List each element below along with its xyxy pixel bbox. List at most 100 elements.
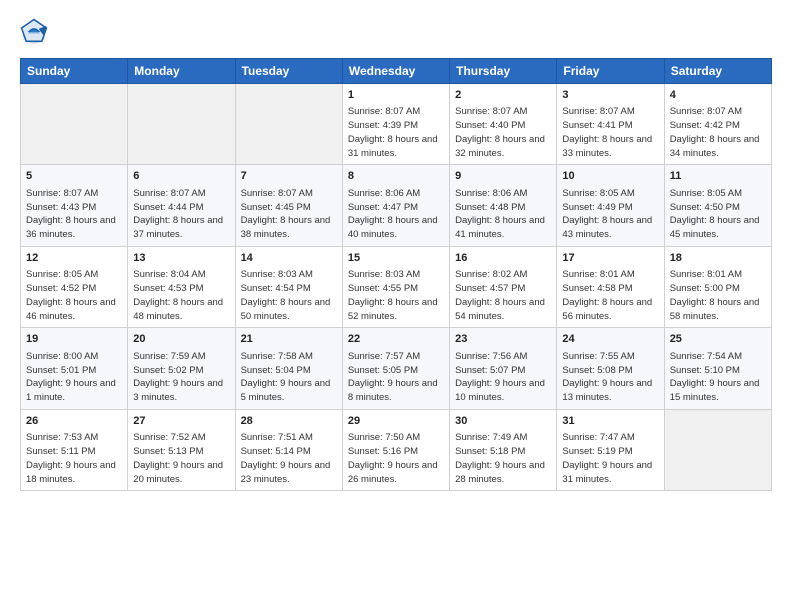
day-info: Sunrise: 8:06 AM Sunset: 4:48 PM Dayligh…: [455, 187, 551, 242]
day-number: 20: [133, 332, 229, 347]
day-info: Sunrise: 8:01 AM Sunset: 4:58 PM Dayligh…: [562, 268, 658, 323]
day-number: 25: [670, 332, 766, 347]
calendar-week-row: 19 Sunrise: 8:00 AM Sunset: 5:01 PM Dayli…: [21, 328, 772, 409]
day-info: Sunrise: 8:01 AM Sunset: 5:00 PM Dayligh…: [670, 268, 766, 323]
day-info: Sunrise: 8:05 AM Sunset: 4:49 PM Dayligh…: [562, 187, 658, 242]
logo-icon: [20, 18, 48, 46]
day-info: Sunrise: 8:02 AM Sunset: 4:57 PM Dayligh…: [455, 268, 551, 323]
day-number: 8: [348, 169, 444, 184]
day-info: Sunrise: 7:53 AM Sunset: 5:11 PM Dayligh…: [26, 431, 122, 486]
day-number: 24: [562, 332, 658, 347]
day-number: 23: [455, 332, 551, 347]
calendar-cell: 10Sunrise: 8:05 AM Sunset: 4:49 PM Dayli…: [557, 165, 664, 246]
calendar-cell: 23 Sunrise: 7:56 AM Sunset: 5:07 PM Dayli…: [450, 328, 557, 409]
day-number: 3: [562, 88, 658, 103]
day-info: Sunrise: 8:07 AM Sunset: 4:43 PM Dayligh…: [26, 187, 122, 242]
day-number: 29: [348, 414, 444, 429]
day-info: Sunrise: 8:07 AM Sunset: 4:44 PM Dayligh…: [133, 187, 229, 242]
day-info: Sunrise: 8:07 AM Sunset: 4:42 PM Dayligh…: [670, 105, 766, 160]
day-info: Sunrise: 8:07 AM Sunset: 4:41 PM Dayligh…: [562, 105, 658, 160]
calendar-cell: 4 Sunrise: 8:07 AM Sunset: 4:42 PM Daylig…: [664, 84, 771, 165]
calendar-cell: 11Sunrise: 8:05 AM Sunset: 4:50 PM Dayli…: [664, 165, 771, 246]
day-info: Sunrise: 8:00 AM Sunset: 5:01 PM Dayligh…: [26, 350, 122, 405]
calendar-cell: 28 Sunrise: 7:51 AM Sunset: 5:14 PM Dayli…: [235, 409, 342, 490]
calendar-cell: 27 Sunrise: 7:52 AM Sunset: 5:13 PM Dayli…: [128, 409, 235, 490]
day-info: Sunrise: 7:57 AM Sunset: 5:05 PM Dayligh…: [348, 350, 444, 405]
day-info: Sunrise: 7:49 AM Sunset: 5:18 PM Dayligh…: [455, 431, 551, 486]
day-number: 6: [133, 169, 229, 184]
calendar-cell: [21, 84, 128, 165]
day-info: Sunrise: 8:03 AM Sunset: 4:55 PM Dayligh…: [348, 268, 444, 323]
day-number: 2: [455, 88, 551, 103]
day-info: Sunrise: 7:54 AM Sunset: 5:10 PM Dayligh…: [670, 350, 766, 405]
day-info: Sunrise: 7:58 AM Sunset: 5:04 PM Dayligh…: [241, 350, 337, 405]
day-info: Sunrise: 8:03 AM Sunset: 4:54 PM Dayligh…: [241, 268, 337, 323]
day-number: 13: [133, 251, 229, 266]
day-number: 31: [562, 414, 658, 429]
day-number: 12: [26, 251, 122, 266]
calendar-cell: [664, 409, 771, 490]
day-info: Sunrise: 8:05 AM Sunset: 4:50 PM Dayligh…: [670, 187, 766, 242]
weekday-header-tuesday: Tuesday: [235, 59, 342, 84]
day-number: 4: [670, 88, 766, 103]
calendar-cell: 21 Sunrise: 7:58 AM Sunset: 5:04 PM Dayli…: [235, 328, 342, 409]
day-number: 1: [348, 88, 444, 103]
calendar-cell: 25 Sunrise: 7:54 AM Sunset: 5:10 PM Dayli…: [664, 328, 771, 409]
day-info: Sunrise: 7:59 AM Sunset: 5:02 PM Dayligh…: [133, 350, 229, 405]
calendar-cell: 14Sunrise: 8:03 AM Sunset: 4:54 PM Dayli…: [235, 246, 342, 327]
day-info: Sunrise: 7:47 AM Sunset: 5:19 PM Dayligh…: [562, 431, 658, 486]
weekday-header-saturday: Saturday: [664, 59, 771, 84]
calendar-cell: 31 Sunrise: 7:47 AM Sunset: 5:19 PM Dayli…: [557, 409, 664, 490]
day-info: Sunrise: 7:56 AM Sunset: 5:07 PM Dayligh…: [455, 350, 551, 405]
day-info: Sunrise: 8:06 AM Sunset: 4:47 PM Dayligh…: [348, 187, 444, 242]
weekday-header-friday: Friday: [557, 59, 664, 84]
day-info: Sunrise: 7:52 AM Sunset: 5:13 PM Dayligh…: [133, 431, 229, 486]
calendar-cell: 7 Sunrise: 8:07 AM Sunset: 4:45 PM Daylig…: [235, 165, 342, 246]
calendar-cell: 19 Sunrise: 8:00 AM Sunset: 5:01 PM Dayli…: [21, 328, 128, 409]
calendar-cell: 22Sunrise: 7:57 AM Sunset: 5:05 PM Dayli…: [342, 328, 449, 409]
day-number: 18: [670, 251, 766, 266]
logo: [20, 18, 52, 46]
day-info: Sunrise: 8:07 AM Sunset: 4:40 PM Dayligh…: [455, 105, 551, 160]
day-number: 21: [241, 332, 337, 347]
calendar-cell: 12Sunrise: 8:05 AM Sunset: 4:52 PM Dayli…: [21, 246, 128, 327]
calendar-cell: [128, 84, 235, 165]
calendar-cell: 24Sunrise: 7:55 AM Sunset: 5:08 PM Dayli…: [557, 328, 664, 409]
calendar-cell: 18 Sunrise: 8:01 AM Sunset: 5:00 PM Dayli…: [664, 246, 771, 327]
weekday-header-sunday: Sunday: [21, 59, 128, 84]
day-number: 7: [241, 169, 337, 184]
calendar-cell: 1 Sunrise: 8:07 AM Sunset: 4:39 PM Daylig…: [342, 84, 449, 165]
calendar-cell: 6 Sunrise: 8:07 AM Sunset: 4:44 PM Daylig…: [128, 165, 235, 246]
calendar-cell: 17Sunrise: 8:01 AM Sunset: 4:58 PM Dayli…: [557, 246, 664, 327]
calendar-cell: 15 Sunrise: 8:03 AM Sunset: 4:55 PM Dayli…: [342, 246, 449, 327]
day-number: 5: [26, 169, 122, 184]
day-info: Sunrise: 7:50 AM Sunset: 5:16 PM Dayligh…: [348, 431, 444, 486]
day-number: 9: [455, 169, 551, 184]
day-info: Sunrise: 8:07 AM Sunset: 4:45 PM Dayligh…: [241, 187, 337, 242]
day-info: Sunrise: 7:51 AM Sunset: 5:14 PM Dayligh…: [241, 431, 337, 486]
weekday-header-wednesday: Wednesday: [342, 59, 449, 84]
calendar-cell: 9 Sunrise: 8:06 AM Sunset: 4:48 PM Daylig…: [450, 165, 557, 246]
header: [20, 18, 772, 46]
calendar-week-row: 26 Sunrise: 7:53 AM Sunset: 5:11 PM Dayli…: [21, 409, 772, 490]
calendar-table: SundayMondayTuesdayWednesdayThursdayFrid…: [20, 58, 772, 491]
day-number: 28: [241, 414, 337, 429]
calendar-cell: 20 Sunrise: 7:59 AM Sunset: 5:02 PM Dayli…: [128, 328, 235, 409]
day-number: 16: [455, 251, 551, 266]
calendar-cell: 3 Sunrise: 8:07 AM Sunset: 4:41 PM Daylig…: [557, 84, 664, 165]
day-number: 19: [26, 332, 122, 347]
day-number: 27: [133, 414, 229, 429]
calendar-cell: 13 Sunrise: 8:04 AM Sunset: 4:53 PM Dayli…: [128, 246, 235, 327]
day-number: 15: [348, 251, 444, 266]
day-info: Sunrise: 8:04 AM Sunset: 4:53 PM Dayligh…: [133, 268, 229, 323]
calendar-week-row: 1 Sunrise: 8:07 AM Sunset: 4:39 PM Daylig…: [21, 84, 772, 165]
weekday-header-row: SundayMondayTuesdayWednesdayThursdayFrid…: [21, 59, 772, 84]
weekday-header-thursday: Thursday: [450, 59, 557, 84]
day-info: Sunrise: 8:07 AM Sunset: 4:39 PM Dayligh…: [348, 105, 444, 160]
day-number: 26: [26, 414, 122, 429]
calendar-cell: 29 Sunrise: 7:50 AM Sunset: 5:16 PM Dayli…: [342, 409, 449, 490]
page: SundayMondayTuesdayWednesdayThursdayFrid…: [0, 0, 792, 509]
calendar-cell: 8 Sunrise: 8:06 AM Sunset: 4:47 PM Daylig…: [342, 165, 449, 246]
calendar-cell: [235, 84, 342, 165]
weekday-header-monday: Monday: [128, 59, 235, 84]
